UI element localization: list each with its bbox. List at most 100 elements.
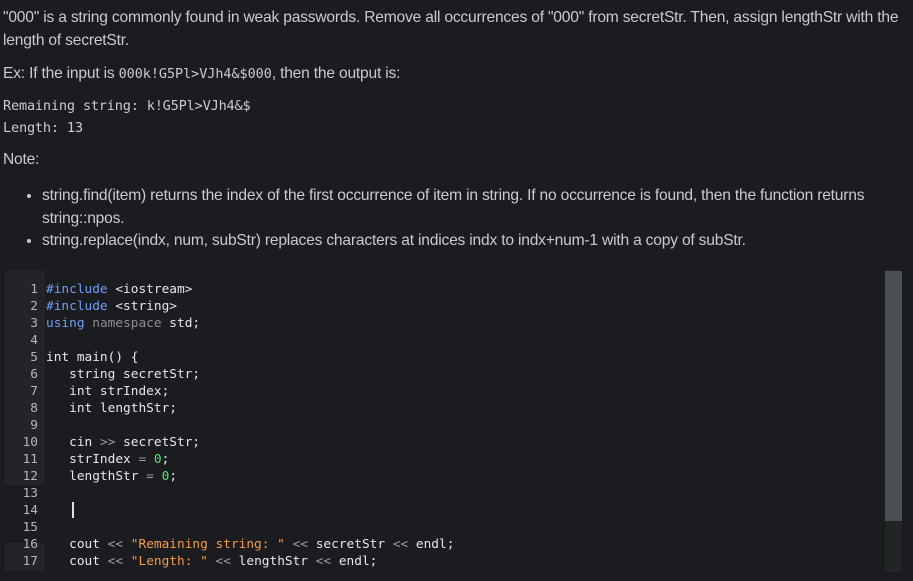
code-text[interactable]: #include <iostream>: [46, 281, 882, 298]
code-token: using: [46, 316, 85, 331]
code-token: namespace: [92, 316, 162, 331]
code-token: <<: [107, 537, 124, 552]
code-token: "Remaining string: ": [130, 537, 285, 552]
code-token: strIndex: [46, 452, 139, 467]
code-line[interactable]: 2 #include <string>: [2, 298, 882, 315]
code-line[interactable]: 16 cout << "Remaining string: " << secre…: [2, 536, 882, 553]
editor-scrollbar-thumb[interactable]: [885, 271, 902, 521]
line-number: 4: [30, 333, 38, 348]
code-text[interactable]: int lengthStr;: [46, 400, 882, 417]
sample-output: Remaining string: k!G5Pl>VJh4&$ Length: 1…: [3, 95, 908, 139]
code-text[interactable]: cin >> secretStr;: [46, 434, 882, 451]
code-text[interactable]: lengthStr = 0;: [46, 468, 882, 485]
code-token: =: [146, 469, 154, 484]
code-token: =: [138, 452, 147, 467]
line-number: 9: [30, 418, 38, 433]
code-text[interactable]: string secretStr;: [46, 366, 882, 383]
code-token: int strIndex;: [46, 384, 170, 399]
instructions-panel: "000" is a string commonly found in weak…: [3, 6, 908, 253]
code-line[interactable]: 13: [2, 485, 882, 502]
intro-text: "000" is a string commonly found in weak…: [3, 9, 899, 49]
code-token: #include: [46, 299, 108, 314]
code-line[interactable]: 3 using namespace std;: [2, 315, 882, 332]
notes-list: string.find(item) returns the index of t…: [3, 185, 908, 253]
code-token: <<: [315, 554, 332, 569]
code-token: endl;: [331, 554, 378, 569]
code-line[interactable]: 14: [2, 502, 882, 519]
code-line[interactable]: 17 cout << "Length: " << lengthStr << en…: [2, 553, 882, 570]
code-text[interactable]: [46, 332, 882, 349]
code-text[interactable]: using namespace std;: [46, 315, 882, 332]
code-token: secretStr: [308, 537, 393, 552]
code-text[interactable]: #include <string>: [46, 298, 882, 315]
sample-output-line: Length: 13: [3, 120, 83, 136]
code-line[interactable]: 11 strIndex = 0;: [2, 451, 882, 468]
code-text[interactable]: [46, 502, 882, 519]
code-token: ;: [169, 469, 178, 484]
code-line[interactable]: 10 cin >> secretStr;: [2, 434, 882, 451]
code-line[interactable]: 12 lengthStr = 0;: [2, 468, 882, 485]
code-editor[interactable]: 1 #include <iostream> 2 #include <string> 3 u…: [2, 270, 913, 571]
code-token: lengthStr: [46, 469, 147, 484]
code-line[interactable]: 6 string secretStr;: [2, 366, 882, 383]
sample-output-line: Remaining string: k!G5Pl>VJh4&$: [3, 98, 251, 114]
line-number: 15: [22, 520, 38, 535]
line-number: 13: [22, 486, 38, 501]
line-number: 11: [22, 452, 38, 467]
line-number: 10: [22, 435, 38, 450]
code-line[interactable]: 9: [2, 417, 882, 434]
line-number: 3: [30, 316, 38, 331]
text-cursor: [72, 502, 75, 518]
line-number: 5: [30, 350, 38, 365]
code-text[interactable]: [46, 417, 882, 434]
code-token: <iostream>: [107, 282, 193, 297]
code-line[interactable]: 15: [2, 519, 882, 536]
code-text[interactable]: [46, 485, 882, 502]
code-token: cout: [46, 537, 108, 552]
example-input: 000k!G5Pl>VJh4&$000: [118, 67, 272, 82]
code-token: endl;: [408, 537, 455, 552]
code-token: cout: [46, 554, 108, 569]
code-token: int main() {: [46, 350, 139, 365]
code-lines[interactable]: 1 #include <iostream> 2 #include <string> 3 u…: [2, 281, 882, 570]
code-line[interactable]: 4: [2, 332, 882, 349]
code-token: <string>: [107, 299, 177, 314]
code-token: lengthStr: [230, 554, 316, 569]
code-token: ;: [161, 452, 170, 467]
example-suffix: , then the output is:: [271, 65, 401, 82]
code-line[interactable]: 8 int lengthStr;: [2, 400, 882, 417]
code-text[interactable]: int main() {: [46, 349, 882, 366]
code-text[interactable]: [46, 519, 882, 536]
code-token: "Length: ": [130, 554, 208, 569]
note-item: string.replace(indx, num, subStr) replac…: [42, 230, 908, 253]
code-token: >>: [99, 435, 116, 450]
note-item: string.find(item) returns the index of t…: [42, 185, 908, 230]
code-text[interactable]: cout << "Remaining string: " << secretSt…: [46, 536, 882, 553]
code-text[interactable]: cout << "Length: " << lengthStr << endl;: [46, 553, 882, 570]
code-token: int lengthStr;: [46, 401, 177, 416]
code-line[interactable]: 5 int main() {: [2, 349, 882, 366]
line-number: 2: [30, 299, 38, 314]
line-number: 12: [22, 469, 38, 484]
line-number: 16: [22, 537, 38, 552]
code-text[interactable]: int strIndex;: [46, 383, 882, 400]
code-token: <<: [215, 554, 231, 569]
code-line[interactable]: 1 #include <iostream>: [2, 281, 882, 298]
line-number: 8: [30, 401, 38, 416]
code-token: std;: [161, 316, 201, 331]
line-number: 6: [30, 367, 38, 382]
example-prefix: Ex: If the input is: [3, 65, 119, 82]
code-token: secretStr;: [115, 435, 201, 450]
code-token: <<: [292, 537, 309, 552]
code-token: <<: [107, 554, 124, 569]
code-text[interactable]: strIndex = 0;: [46, 451, 882, 468]
line-number: 17: [22, 554, 38, 569]
code-line[interactable]: 7 int strIndex;: [2, 383, 882, 400]
